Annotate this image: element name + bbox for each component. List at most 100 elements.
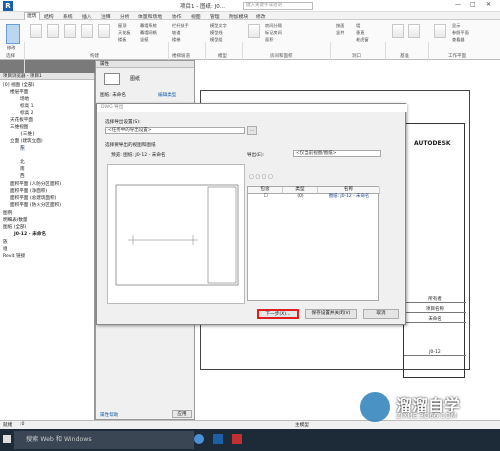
tree-item[interactable]: Revit 链接 (3, 253, 25, 259)
save-close-button[interactable]: 保存设置并关闭(V) (305, 309, 357, 319)
taskbar-app-icon[interactable] (194, 434, 204, 444)
railing-button[interactable]: 栏杆扶手 (172, 23, 189, 28)
model-text-button[interactable]: 模型文字 (210, 23, 227, 28)
modify-select-button[interactable] (6, 24, 20, 44)
cancel-button[interactable]: 取消 (363, 309, 399, 319)
row-name[interactable]: 图纸: J0-12 - 未命名 (318, 194, 380, 201)
tab-analyze[interactable]: 分析 (120, 13, 130, 20)
vertical-button[interactable]: 垂直 (356, 30, 364, 35)
properties-help-link[interactable]: 属性帮助 (100, 412, 118, 418)
tab-massing[interactable]: 体量和场地 (138, 13, 162, 20)
tree-item[interactable]: 三维视图 (10, 124, 28, 130)
tab-architecture[interactable]: 建筑 (24, 12, 40, 20)
stair-button[interactable]: 楼梯 (172, 37, 180, 42)
tree-item[interactable]: 组 (3, 246, 8, 252)
include-checkbox[interactable]: ☐ (248, 194, 283, 201)
browse-button[interactable]: ... (247, 126, 257, 135)
search-input[interactable]: 键入关键字或短语 (243, 2, 313, 10)
taskbar-search[interactable]: 搜索 Web 和 Windows (14, 431, 194, 449)
tree-item[interactable]: 面积平面 (净面积) (10, 188, 47, 194)
col-include[interactable]: 包含 (248, 187, 283, 194)
close-button[interactable]: ✕ (486, 1, 491, 8)
taskbar-app-icon[interactable] (213, 434, 223, 444)
tree-item[interactable]: 面积平面 (总建筑面积) (10, 195, 56, 201)
set-workplane-button[interactable] (434, 24, 446, 38)
tree-item[interactable]: {三维} (20, 131, 35, 137)
door-button[interactable] (47, 24, 59, 38)
tree-item[interactable]: 西 (20, 173, 25, 179)
row-type: (0) (297, 194, 304, 199)
wall-opening-button[interactable]: 墙 (356, 23, 360, 28)
taskbar-app-icon[interactable] (232, 434, 242, 444)
ref-plane-button[interactable]: 参照平面 (452, 30, 469, 35)
col-name[interactable]: 名称 (318, 187, 380, 194)
room-button[interactable] (248, 24, 260, 38)
tab-insert[interactable]: 插入 (82, 13, 92, 20)
tab-view[interactable]: 视图 (191, 13, 201, 20)
floor-button[interactable]: 楼板 (118, 37, 126, 42)
ceiling-button[interactable]: 天花板 (118, 30, 131, 35)
tag-room-button[interactable]: 标记房间 (265, 30, 282, 35)
ramp-button[interactable]: 坡道 (172, 30, 180, 35)
tree-item[interactable]: 标高 1 (20, 103, 34, 109)
windows-start-icon[interactable] (3, 435, 11, 443)
window-button[interactable] (64, 24, 76, 38)
area-button[interactable]: 面积 (265, 37, 273, 42)
tree-item[interactable]: 图纸 (全部) (3, 224, 26, 230)
tab-modify[interactable]: 修改 (256, 13, 266, 20)
tab-addins[interactable]: 附加模块 (229, 13, 248, 20)
edit-type-button[interactable]: 编辑类型 (158, 92, 176, 98)
show-button[interactable]: 显示 (452, 23, 460, 28)
tree-item[interactable]: 天花板平面 (10, 117, 33, 123)
tree-item[interactable]: 明细表/数量 (3, 217, 28, 223)
tree-item[interactable]: 族 (3, 239, 8, 245)
component-button[interactable] (81, 24, 93, 38)
export-setup-select[interactable]: <任务中的导出设置> (105, 127, 245, 134)
tree-item[interactable]: J0-12 - 未命名 (14, 231, 46, 237)
column-button[interactable] (98, 24, 110, 38)
tree-item[interactable]: 立面 (建筑立面) (10, 138, 43, 144)
tree-item[interactable]: 东 (20, 145, 25, 151)
tab-annotate[interactable]: 注释 (101, 13, 111, 20)
tree-item[interactable]: 图例 (3, 210, 12, 216)
shaft-button[interactable]: 竖井 (336, 30, 344, 35)
tree-item[interactable]: [0] 视图 (全部) (3, 82, 34, 88)
room-separator-button[interactable]: 房间分隔 (265, 23, 282, 28)
model-group-button[interactable]: 模型组 (210, 37, 223, 42)
next-button[interactable]: 下一步(X)... (257, 309, 299, 319)
tree-item[interactable]: 楼层平面 (10, 89, 28, 95)
maximize-button[interactable]: □ (470, 1, 476, 8)
curtain-grid-button[interactable]: 幕墙网格 (140, 30, 157, 35)
model-line-button[interactable]: 模型线 (210, 30, 223, 35)
minimize-button[interactable]: — (455, 1, 461, 8)
by-face-button[interactable]: 按面 (336, 23, 344, 28)
tab-collaborate[interactable]: 协作 (172, 13, 182, 20)
scale-readout: :0 (20, 422, 25, 427)
grid-button[interactable] (408, 24, 420, 38)
wall-button[interactable] (30, 24, 42, 38)
tree-item[interactable]: 南 (20, 166, 25, 172)
tree-item[interactable]: 场地 (20, 96, 29, 102)
viewer-button[interactable]: 查看器 (452, 37, 465, 42)
level-button[interactable] (392, 24, 404, 38)
tree-item[interactable]: 面积平面 (防火分区面积) (10, 202, 61, 208)
sheet-filter[interactable]: 图纸: 未命名 (100, 92, 126, 98)
export-select[interactable]: <仅当前视图/图纸> (293, 150, 381, 157)
dormer-button[interactable]: 老虎窗 (356, 37, 369, 42)
model-selector[interactable]: 主模型 (295, 422, 309, 428)
roof-button[interactable]: 屋顶 (118, 23, 126, 28)
col-type[interactable]: 类型 (283, 187, 318, 194)
tab-systems[interactable]: 系统 (63, 13, 73, 20)
app-logo-icon[interactable]: R (3, 1, 13, 11)
tree-item[interactable]: 标高 2 (20, 110, 34, 116)
sheet-name-cell: 未命名 (404, 316, 466, 323)
tree-item[interactable]: 北 (20, 159, 25, 165)
tab-manage[interactable]: 管理 (210, 13, 220, 20)
type-selector[interactable]: 图纸 (130, 75, 140, 82)
apply-button[interactable]: 应用 (172, 410, 192, 418)
curtain-system-button[interactable]: 幕墙系统 (140, 23, 157, 28)
mullion-button[interactable]: 竖梃 (140, 37, 148, 42)
panel-model-label: 模型 (218, 54, 227, 59)
tab-structure[interactable]: 结构 (44, 13, 54, 20)
tree-item[interactable]: 面积平面 (人防分区面积) (10, 181, 61, 187)
